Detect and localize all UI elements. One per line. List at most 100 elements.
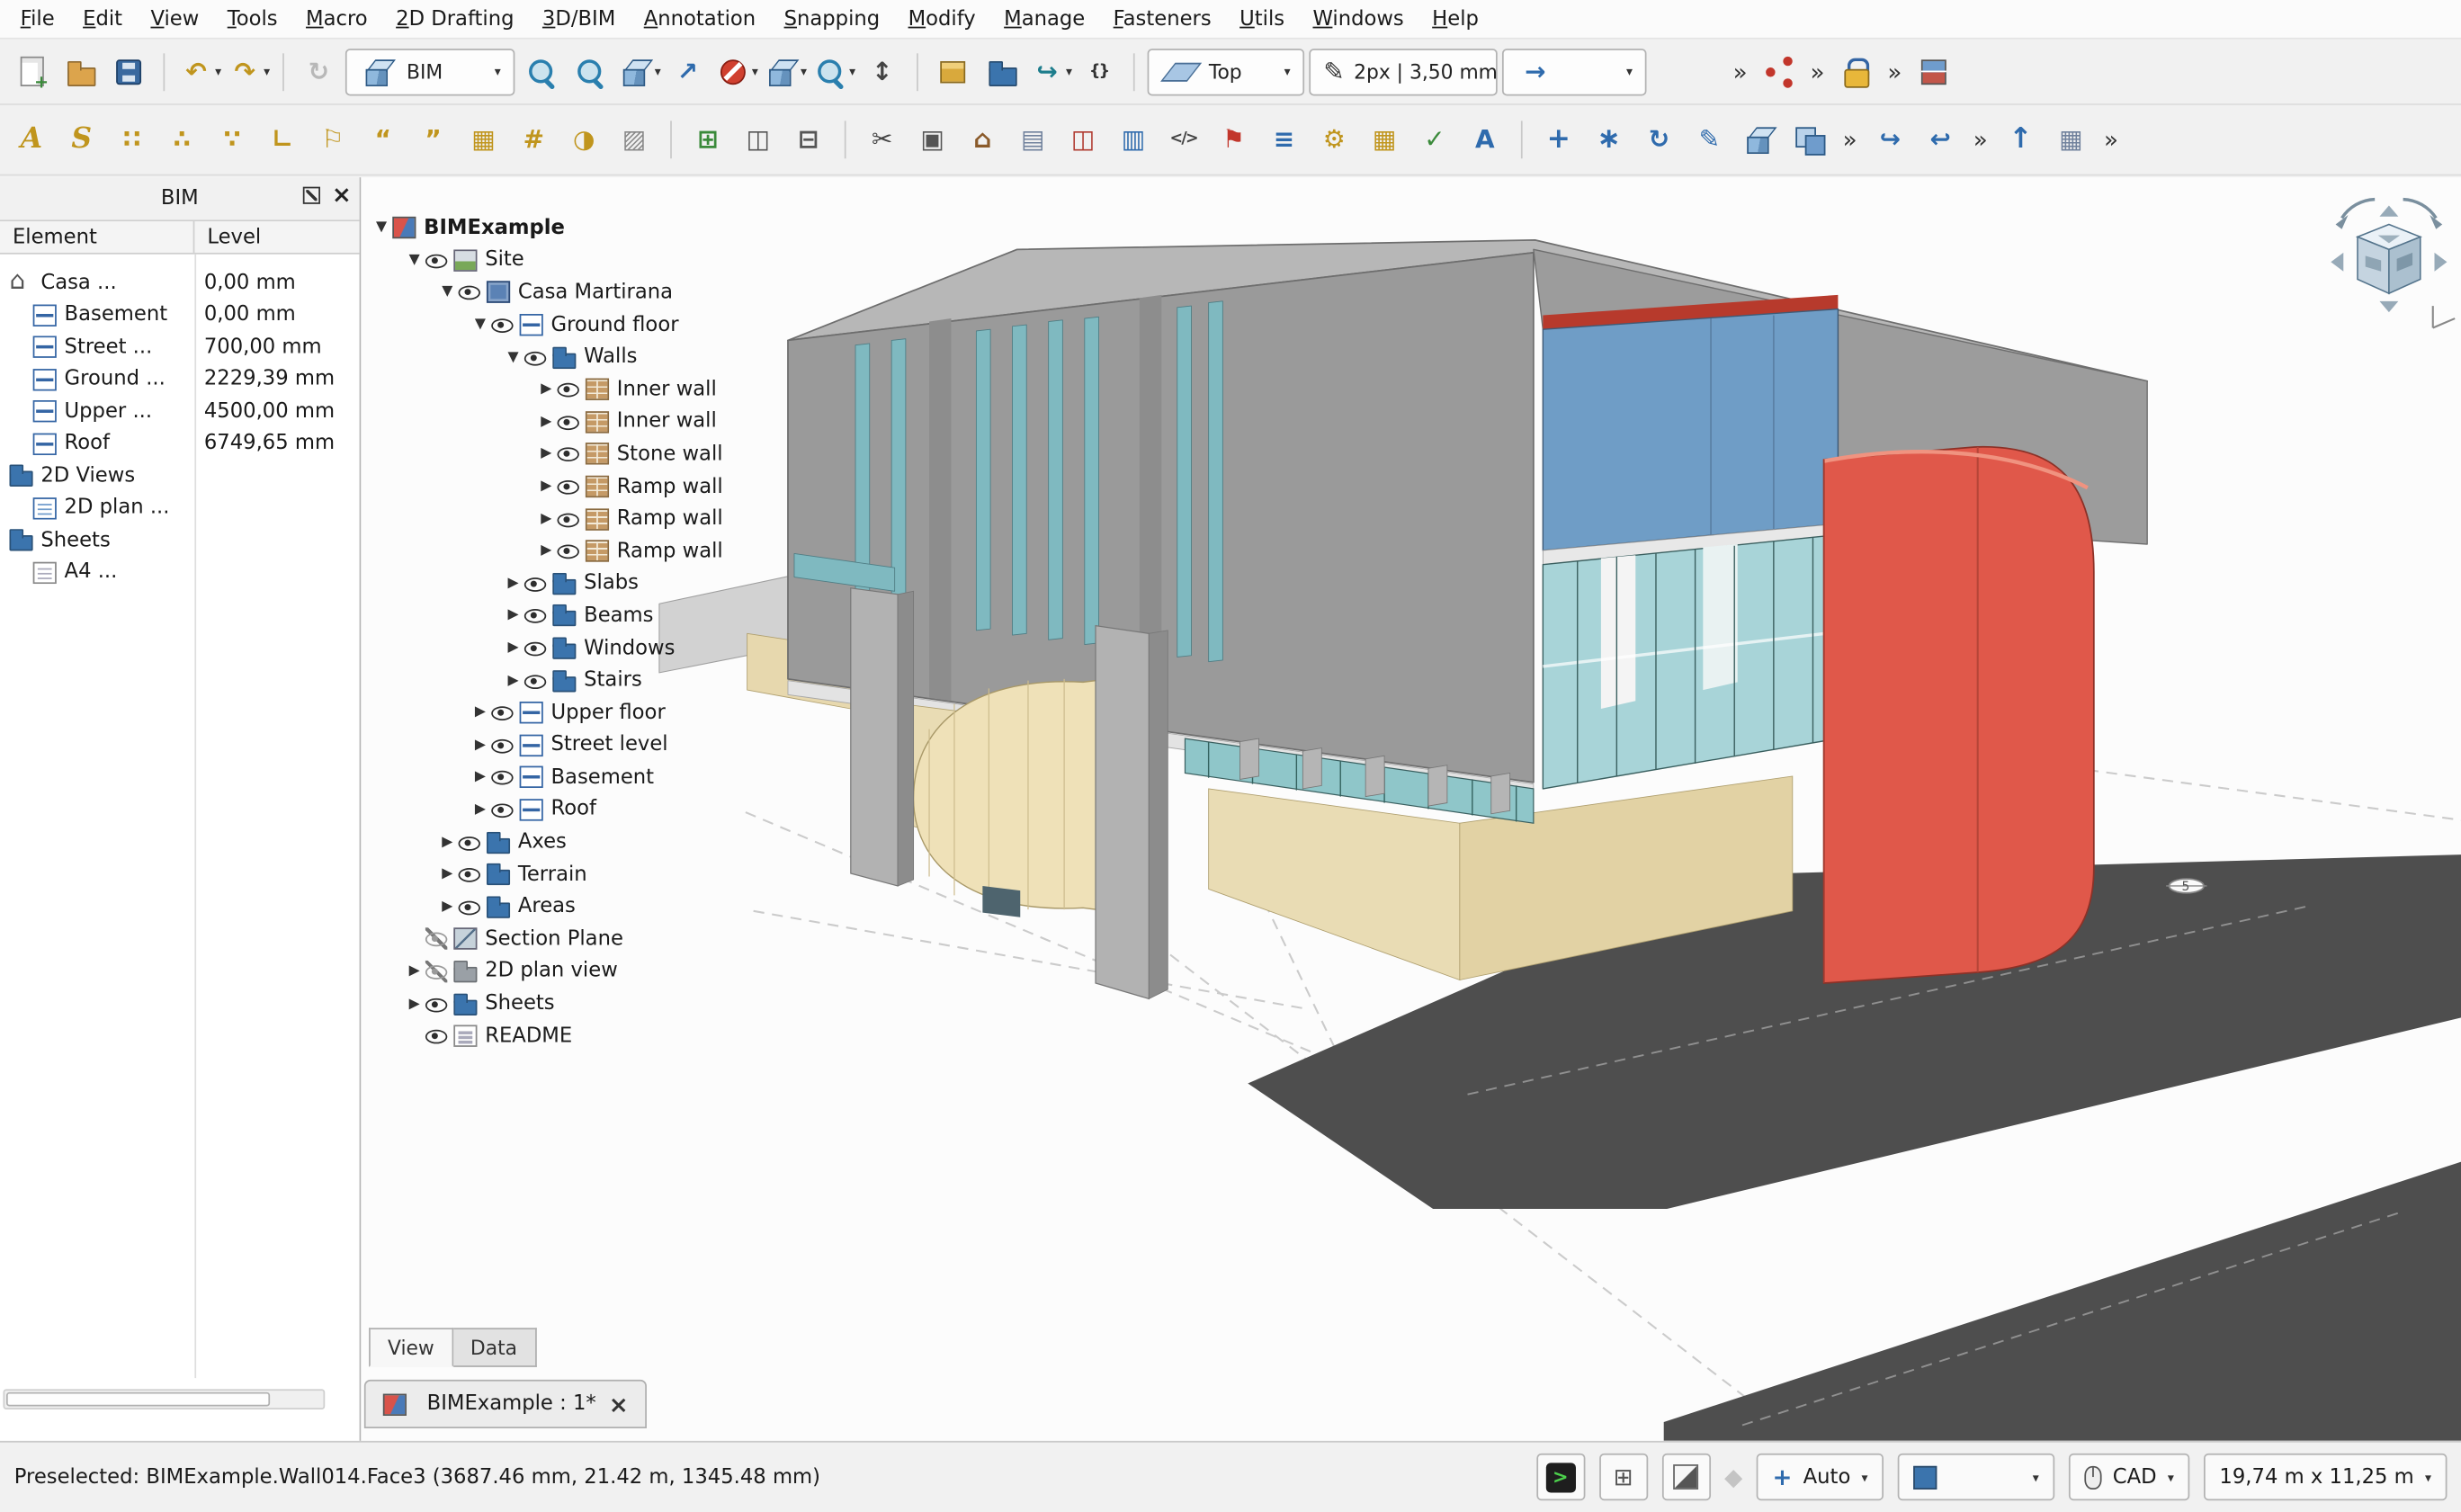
tree-expander[interactable]: ▶: [470, 738, 491, 753]
column-level[interactable]: Level: [194, 225, 261, 248]
split-view-button[interactable]: [1661, 1454, 1710, 1500]
visibility-eye-icon[interactable]: [557, 443, 578, 465]
element-row-a4[interactable]: A4 ...: [0, 557, 360, 589]
tree-item-slabs[interactable]: ▶Slabs: [367, 568, 854, 600]
render-grid-icon[interactable]: [1911, 48, 1955, 94]
bim-schedule-icon[interactable]: ▥: [1111, 116, 1155, 163]
menu-tools[interactable]: Tools: [213, 3, 291, 36]
tree-item-ground-floor[interactable]: ▼Ground floor: [367, 309, 854, 341]
bim-cut-icon[interactable]: ✂: [860, 116, 904, 163]
draft-upgrade-icon[interactable]: ↑: [1999, 116, 2043, 163]
annotation-style-button[interactable]: →▾: [1502, 48, 1647, 94]
visibility-eye-icon[interactable]: [491, 734, 513, 756]
tree-item-stone-wall[interactable]: ▶Stone wall: [367, 438, 854, 470]
element-row-2d-views[interactable]: 2D Views: [0, 460, 360, 492]
element-row-sheets[interactable]: Sheets: [0, 524, 360, 557]
dropdown-caret[interactable]: ▾: [801, 65, 807, 79]
view-size-dropdown[interactable]: 19,74 m x 11,25 m ▾: [2204, 1454, 2447, 1500]
line-style-button[interactable]: ✎2px | 3,50 mm▾: [1310, 48, 1498, 94]
tree-item-2d-plan-view[interactable]: ▶2D plan view: [367, 955, 854, 988]
refresh-icon[interactable]: ↻: [297, 48, 341, 94]
tree-item-casa-martirana[interactable]: ▼Casa Martirana: [367, 276, 854, 309]
tree-item-stairs[interactable]: ▶Stairs: [367, 665, 854, 697]
menu-manage[interactable]: Manage: [989, 3, 1099, 36]
part-compound-icon[interactable]: [1788, 116, 1832, 163]
tree-expander[interactable]: ▼: [403, 253, 425, 268]
tree-expander[interactable]: ▼: [436, 285, 458, 300]
menu-windows[interactable]: Windows: [1299, 3, 1418, 36]
tree-expander[interactable]: ▶: [470, 802, 491, 818]
tree-expander[interactable]: ▶: [535, 414, 557, 429]
menu-file[interactable]: File: [6, 3, 68, 36]
menu-snapping[interactable]: Snapping: [770, 3, 894, 36]
bim-window-icon[interactable]: ◫: [1061, 116, 1105, 163]
tree-item-sheets[interactable]: ▶Sheets: [367, 988, 854, 1020]
zoom-fit-all-icon[interactable]: [520, 48, 564, 94]
panel-close-icon[interactable]: ×: [332, 187, 352, 204]
visibility-eye-icon[interactable]: [524, 573, 546, 595]
tree-item-readme[interactable]: README: [367, 1020, 854, 1052]
python-console-button[interactable]: >: [1536, 1454, 1585, 1500]
document-tab[interactable]: BIMExample : 1* ×: [364, 1380, 648, 1428]
color-dropdown[interactable]: ▾: [1898, 1454, 2055, 1500]
workbench-selector[interactable]: BIM▾: [345, 48, 515, 94]
visibility-eye-icon[interactable]: [491, 799, 513, 820]
visibility-eye-icon[interactable]: [491, 702, 513, 723]
menu-macro[interactable]: Macro: [291, 3, 381, 36]
dropdown-caret[interactable]: ▾: [849, 65, 855, 79]
tree-item-inner-wall[interactable]: ▶Inner wall: [367, 373, 854, 406]
visibility-eye-icon[interactable]: [557, 508, 578, 530]
part-box-icon[interactable]: [1738, 116, 1782, 163]
draft-edit-icon[interactable]: ✎: [1687, 116, 1732, 163]
tree-expander[interactable]: ▼: [371, 220, 392, 236]
menu-fasteners[interactable]: Fasteners: [1099, 3, 1225, 36]
bim-sketch-icon[interactable]: ▣: [910, 116, 954, 163]
undo-icon[interactable]: ↶▾: [177, 48, 221, 94]
tree-expander[interactable]: ▶: [535, 543, 557, 559]
tree-item-ramp-wall[interactable]: ▶Ramp wall: [367, 503, 854, 535]
draft-mirror-icon[interactable]: ↩: [1919, 116, 1963, 163]
bim-code-icon[interactable]: </>: [1161, 116, 1205, 163]
draft-polar-array-icon[interactable]: ∵: [210, 116, 255, 163]
visibility-eye-icon[interactable]: [557, 379, 578, 400]
draft-orthopoint-icon[interactable]: ◑: [562, 116, 606, 163]
element-row-street[interactable]: Street ...700,00 mm: [0, 331, 360, 363]
tree-expander[interactable]: ▼: [470, 318, 491, 333]
panel-horizontal-scrollbar[interactable]: [3, 1389, 325, 1409]
tree-expander[interactable]: ▶: [502, 576, 524, 591]
draft-label-icon[interactable]: ⚐: [311, 116, 355, 163]
zoom-tools-icon[interactable]: ▾: [811, 48, 855, 94]
visibility-eye-icon[interactable]: [524, 346, 546, 368]
document-close-icon[interactable]: ×: [609, 1390, 629, 1418]
grid-toggle-button[interactable]: ⊞: [1599, 1454, 1648, 1500]
column-element[interactable]: Element: [0, 221, 194, 253]
lock-icon[interactable]: [1834, 48, 1878, 94]
draft-move-icon[interactable]: +: [1536, 116, 1580, 163]
tree-item-walls[interactable]: ▼Walls: [367, 341, 854, 373]
visibility-eye-icon[interactable]: [459, 831, 480, 853]
visibility-eye-icon[interactable]: [425, 993, 447, 1015]
toolbar-overflow-chevron[interactable]: »: [1811, 58, 1825, 85]
new-document-icon[interactable]: [9, 48, 53, 94]
dropdown-caret[interactable]: ▾: [1066, 65, 1072, 79]
sync-view-icon[interactable]: ↗: [666, 48, 710, 94]
toolbar-overflow-chevron[interactable]: »: [1843, 126, 1857, 154]
tree-item-street-level[interactable]: ▶Street level: [367, 729, 854, 762]
menu-utils[interactable]: Utils: [1225, 3, 1298, 36]
draft-grid-icon[interactable]: #: [512, 116, 556, 163]
visibility-eye-icon[interactable]: [557, 476, 578, 497]
tree-expander[interactable]: ▶: [436, 867, 458, 882]
draft-text-icon[interactable]: A: [9, 116, 53, 163]
menu-annotation[interactable]: Annotation: [630, 3, 770, 36]
draft-clone-icon[interactable]: ↪: [1868, 116, 1912, 163]
panel-expand-icon[interactable]: [304, 187, 321, 204]
visibility-eye-icon[interactable]: [524, 637, 546, 658]
bim-section-icon[interactable]: ⊟: [786, 116, 830, 163]
navigation-style-dropdown[interactable]: CAD ▾: [2069, 1454, 2189, 1500]
element-row-casa[interactable]: Casa ...0,00 mm: [0, 267, 360, 300]
tab-view[interactable]: View: [369, 1328, 453, 1367]
visibility-eye-icon[interactable]: [491, 314, 513, 336]
visibility-eye-icon[interactable]: [459, 863, 480, 885]
export-icon[interactable]: ↪▾: [1028, 48, 1072, 94]
open-file-icon[interactable]: [58, 48, 103, 94]
